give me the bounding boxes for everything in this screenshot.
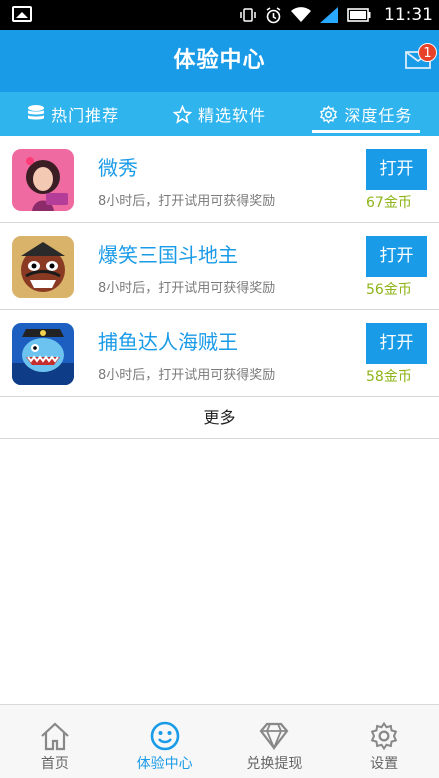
coin-reward: 58金币	[366, 369, 412, 385]
tab-label: 精选软件	[197, 106, 266, 125]
page-title: 体验中心	[173, 48, 266, 73]
status-time: 11:31	[384, 5, 433, 25]
app-icon-weixiu	[12, 149, 74, 211]
home-icon	[41, 722, 69, 751]
app-name: 微秀	[98, 156, 138, 180]
status-bar: 11:31	[0, 0, 439, 30]
tab-deep-tasks[interactable]: 深度任务	[293, 92, 439, 136]
battery-icon	[347, 8, 371, 22]
tab-label: 深度任务	[344, 106, 413, 125]
bottom-nav: 首页 体验中心 兑换提现 设置	[0, 704, 439, 778]
nav-label: 设置	[370, 756, 399, 772]
nav-label: 兑换提现	[246, 756, 303, 772]
tab-bar: 热门推荐 精选软件 深度任务	[0, 92, 439, 136]
coin-reward: 56金币	[366, 282, 412, 298]
coin-reward: 67金币	[366, 195, 412, 211]
list-item[interactable]: 爆笑三国斗地主 8小时后，打开试用可获得奖励 打开 56金币	[0, 223, 439, 310]
tab-featured[interactable]: 精选软件	[146, 92, 292, 136]
nav-label: 体验中心	[136, 756, 193, 772]
vibrate-icon	[240, 8, 256, 22]
app-description: 8小时后，打开试用可获得奖励	[98, 194, 276, 209]
star-icon	[172, 104, 192, 124]
nav-home[interactable]: 首页	[0, 705, 110, 778]
nav-redeem[interactable]: 兑换提现	[220, 705, 330, 778]
signal-icon	[320, 7, 338, 23]
app-name: 爆笑三国斗地主	[98, 243, 238, 267]
app-description: 8小时后，打开试用可获得奖励	[98, 368, 276, 383]
more-button[interactable]: 更多	[0, 397, 439, 439]
wifi-icon	[291, 7, 311, 22]
app-icon-fishing	[12, 323, 74, 385]
smiley-icon	[150, 721, 179, 751]
open-button[interactable]: 打开	[366, 323, 427, 364]
open-button[interactable]: 打开	[366, 149, 427, 190]
app-header: 体验中心 1	[0, 30, 439, 92]
gear-icon	[320, 104, 338, 124]
app-name: 捕鱼达人海贼王	[98, 330, 238, 354]
nav-label: 首页	[40, 756, 69, 772]
image-icon	[12, 6, 32, 22]
app-icon-doudizhu	[12, 236, 74, 298]
nav-experience-center[interactable]: 体验中心	[110, 705, 220, 778]
database-icon	[28, 105, 45, 120]
list-item[interactable]: 捕鱼达人海贼王 8小时后，打开试用可获得奖励 打开 58金币	[0, 310, 439, 397]
nav-settings[interactable]: 设置	[329, 705, 439, 778]
open-button[interactable]: 打开	[366, 236, 427, 277]
mail-badge: 1	[418, 43, 437, 62]
tab-label: 热门推荐	[51, 106, 120, 125]
alarm-icon	[266, 6, 281, 23]
diamond-icon	[259, 722, 289, 751]
tab-hot[interactable]: 热门推荐	[0, 92, 146, 136]
task-list: 微秀 8小时后，打开试用可获得奖励 打开 67金币 爆笑三国斗地主 8小时后，打…	[0, 136, 439, 397]
app-description: 8小时后，打开试用可获得奖励	[98, 281, 276, 296]
list-item[interactable]: 微秀 8小时后，打开试用可获得奖励 打开 67金币	[0, 136, 439, 223]
gear-icon	[370, 721, 398, 751]
